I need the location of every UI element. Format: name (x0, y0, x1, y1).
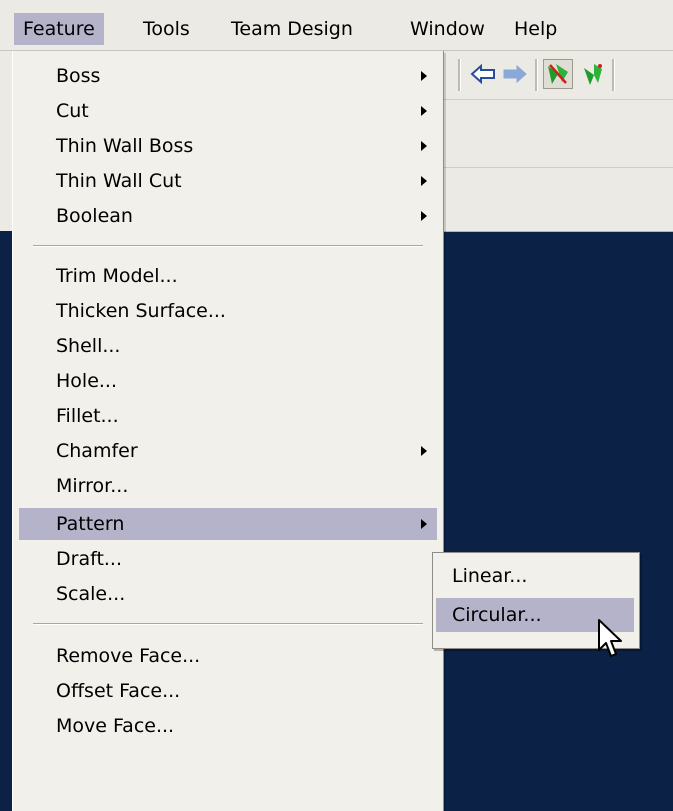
menu-item-fillet[interactable]: Fillet... (19, 400, 437, 432)
menu-item-boss[interactable]: Boss (19, 60, 437, 92)
submenu-arrow-icon (421, 71, 427, 81)
menu-item-label: Thin Wall Boss (56, 135, 194, 157)
back-arrow-icon[interactable] (468, 59, 498, 89)
submenu-arrow-icon (421, 176, 427, 186)
menu-item-label: Thin Wall Cut (56, 170, 182, 192)
menu-item-thin-wall-cut[interactable]: Thin Wall Cut (19, 165, 437, 197)
menu-item-label: Hole... (56, 370, 117, 392)
feature-dropdown-menu: Boss Cut Thin Wall Boss Thin Wall Cut Bo… (12, 51, 444, 811)
submenu-item-label: Linear... (452, 565, 528, 587)
menu-item-label: Thicken Surface... (56, 300, 226, 322)
toolbar-separator (535, 59, 538, 91)
menu-item-shell[interactable]: Shell... (19, 330, 437, 362)
menu-item-label: Boss (56, 65, 101, 87)
menu-tools[interactable]: Tools (134, 13, 199, 45)
submenu-item-label: Circular... (452, 604, 542, 626)
menu-item-label: Offset Face... (56, 680, 181, 702)
menu-item-scale[interactable]: Scale... (19, 578, 437, 610)
submenu-arrow-icon (421, 211, 427, 221)
mouse-cursor-icon (597, 618, 625, 667)
toolbar (440, 51, 673, 100)
menu-bar: Feature Tools Team Design Window Help (0, 0, 673, 51)
submenu-arrow-icon (421, 141, 427, 151)
menu-item-move-face[interactable]: Move Face... (19, 710, 437, 742)
menu-feature[interactable]: Feature (14, 13, 104, 45)
menu-item-label: Move Face... (56, 715, 175, 737)
menu-item-label: Remove Face... (56, 645, 201, 667)
menu-item-label: Draft... (56, 548, 123, 570)
menu-item-pattern[interactable]: Pattern (19, 508, 437, 540)
menu-item-remove-face[interactable]: Remove Face... (19, 640, 437, 672)
menu-item-thin-wall-boss[interactable]: Thin Wall Boss (19, 130, 437, 162)
menu-help[interactable]: Help (505, 13, 566, 45)
menu-item-label: Trim Model... (56, 265, 178, 287)
menu-item-label: Cut (56, 100, 89, 122)
submenu-item-linear[interactable]: Linear... (436, 559, 634, 593)
menu-item-label: Pattern (56, 513, 125, 535)
menu-item-label: Fillet... (56, 405, 119, 427)
menu-item-label: Scale... (56, 583, 126, 605)
menu-separator (33, 623, 423, 625)
menu-team-design[interactable]: Team Design (222, 13, 362, 45)
menu-item-label: Mirror... (56, 475, 129, 497)
forward-arrow-icon[interactable] (500, 59, 530, 89)
menu-item-label: Shell... (56, 335, 121, 357)
green-red-feature-icon[interactable] (543, 59, 573, 89)
menu-window[interactable]: Window (401, 13, 494, 45)
menu-item-trim-model[interactable]: Trim Model... (19, 260, 437, 292)
menu-item-thicken-surface[interactable]: Thicken Surface... (19, 295, 437, 327)
menu-item-hole[interactable]: Hole... (19, 365, 437, 397)
menu-item-cut[interactable]: Cut (19, 95, 437, 127)
menu-item-boolean[interactable]: Boolean (19, 200, 437, 232)
menu-item-label: Chamfer (56, 440, 138, 462)
menu-item-mirror[interactable]: Mirror... (19, 470, 437, 502)
toolbar-row-2 (440, 100, 673, 168)
toolbar-separator (612, 59, 615, 91)
submenu-arrow-icon (421, 519, 427, 529)
menu-separator (33, 245, 423, 247)
submenu-arrow-icon (421, 106, 427, 116)
menu-item-draft[interactable]: Draft... (19, 543, 437, 575)
menu-item-offset-face[interactable]: Offset Face... (19, 675, 437, 707)
menu-item-chamfer[interactable]: Chamfer (19, 435, 437, 467)
left-panel-edge (0, 51, 12, 231)
submenu-arrow-icon (421, 446, 427, 456)
toolbar-separator (458, 59, 461, 91)
menu-item-label: Boolean (56, 205, 133, 227)
green-feature-icon[interactable] (578, 59, 608, 89)
toolbar-row-3 (440, 168, 673, 232)
